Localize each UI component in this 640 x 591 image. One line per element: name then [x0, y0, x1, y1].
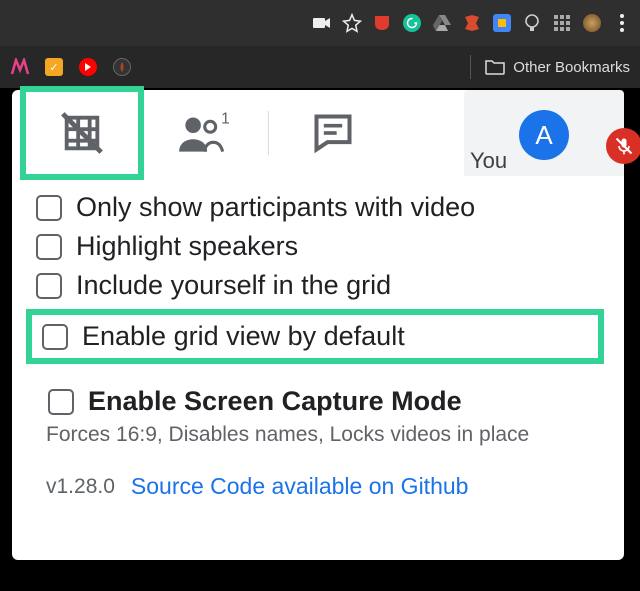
- option-only-video[interactable]: Only show participants with video: [36, 188, 604, 227]
- option-enable-default[interactable]: Enable grid view by default: [42, 319, 592, 354]
- chrome-toolbar: [0, 0, 640, 46]
- you-label: You: [470, 148, 507, 174]
- ext-grid-icon[interactable]: [552, 13, 572, 33]
- bookmark-youtube-icon[interactable]: [78, 57, 98, 77]
- footer-row: v1.28.0 Source Code available on Github: [36, 473, 604, 500]
- options-list: Only show participants with video Highli…: [12, 176, 624, 508]
- self-participant-tile[interactable]: A You: [464, 90, 624, 176]
- checkbox[interactable]: [36, 273, 62, 299]
- tab-chat[interactable]: [273, 98, 393, 168]
- avatar-letter: A: [535, 120, 552, 151]
- ext-grammarly-icon[interactable]: [402, 13, 422, 33]
- profile-avatar-icon[interactable]: [582, 13, 602, 33]
- mic-off-icon: [614, 136, 634, 156]
- chrome-menu-icon[interactable]: [612, 14, 632, 32]
- extension-popup: 1 A You: [12, 90, 624, 560]
- bookmark-dark-icon[interactable]: [112, 57, 132, 77]
- tab-grid-highlighted[interactable]: [20, 86, 144, 180]
- folder-icon: [485, 59, 505, 75]
- star-icon[interactable]: [342, 13, 362, 33]
- bookmark-myntra-icon[interactable]: [10, 57, 30, 77]
- checkbox[interactable]: [36, 195, 62, 221]
- avatar: A: [519, 110, 569, 160]
- people-icon: 1: [176, 111, 232, 155]
- checkbox[interactable]: [48, 389, 74, 415]
- tab-divider: [268, 111, 269, 155]
- bookmark-orange-icon[interactable]: ✓: [44, 57, 64, 77]
- tabs-row: 1 A You: [12, 90, 624, 176]
- option-highlight-speakers[interactable]: Highlight speakers: [36, 227, 604, 266]
- camera-icon[interactable]: [312, 13, 332, 33]
- ext-drive-icon[interactable]: [432, 13, 452, 33]
- version-label: v1.28.0: [46, 475, 115, 499]
- option-label: Enable Screen Capture Mode: [88, 386, 462, 417]
- bookmarks-divider: [470, 55, 471, 79]
- option-label: Include yourself in the grid: [76, 270, 391, 301]
- source-code-link[interactable]: Source Code available on Github: [131, 473, 469, 500]
- other-bookmarks-label: Other Bookmarks: [513, 59, 630, 76]
- option-enable-default-highlighted: Enable grid view by default: [26, 309, 604, 364]
- ext-bulb-icon[interactable]: [522, 13, 542, 33]
- other-bookmarks-folder[interactable]: Other Bookmarks: [485, 59, 630, 76]
- ext-notes-icon[interactable]: [492, 13, 512, 33]
- mute-badge[interactable]: [606, 128, 640, 164]
- checkbox[interactable]: [36, 234, 62, 260]
- screen-capture-caption: Forces 16:9, Disables names, Locks video…: [46, 423, 604, 447]
- screen-capture-block: Enable Screen Capture Mode Forces 16:9, …: [36, 382, 604, 447]
- ext-superman-icon[interactable]: [462, 13, 482, 33]
- grid-off-icon: [59, 110, 105, 156]
- svg-text:1: 1: [221, 111, 230, 128]
- option-label: Highlight speakers: [76, 231, 298, 262]
- bookmarks-bar: ✓ Other Bookmarks: [0, 46, 640, 88]
- ext-ublock-icon[interactable]: [372, 13, 392, 33]
- option-label: Enable grid view by default: [82, 321, 405, 352]
- checkbox[interactable]: [42, 324, 68, 350]
- option-label: Only show participants with video: [76, 192, 475, 223]
- option-include-yourself[interactable]: Include yourself in the grid: [36, 266, 604, 305]
- tab-people[interactable]: 1: [144, 98, 264, 168]
- chat-icon: [311, 111, 355, 155]
- option-screen-capture[interactable]: Enable Screen Capture Mode: [48, 382, 604, 421]
